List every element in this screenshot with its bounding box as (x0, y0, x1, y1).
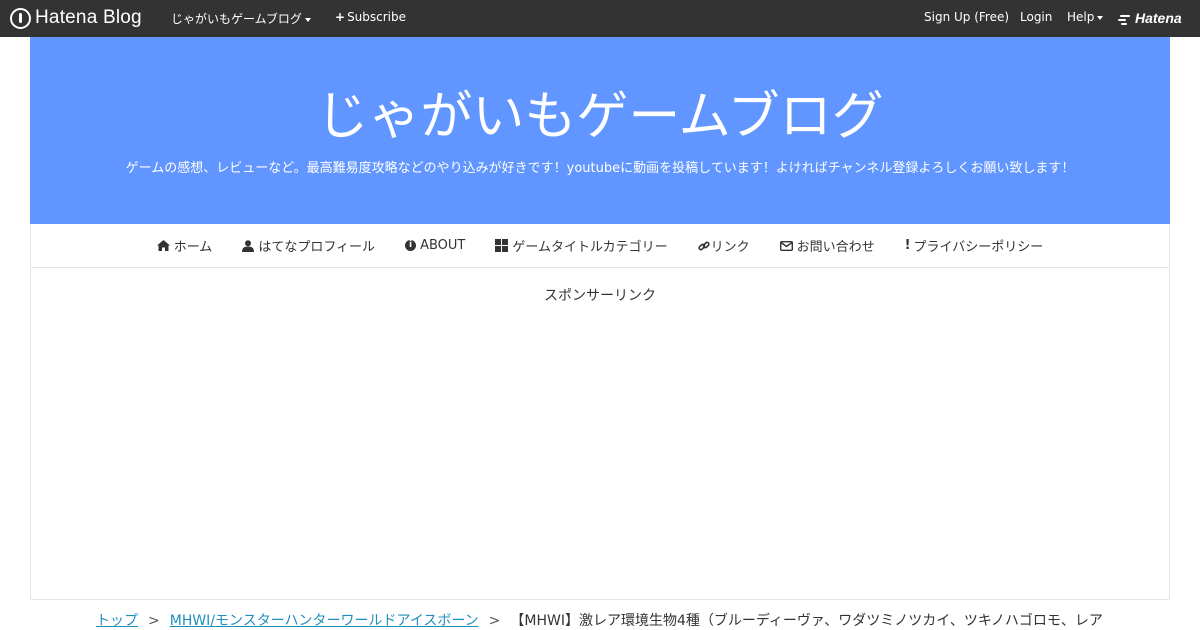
breadcrumb-separator: > (148, 613, 160, 629)
blog-description: ゲームの感想、レビューなど。最高難易度攻略などのやり込みが好きです！youtub… (125, 161, 1075, 176)
nav-contact-label: お問い合わせ (796, 240, 875, 255)
nav-links[interactable]: リンク (697, 236, 750, 255)
hatena-blog-logo-link[interactable]: Hatena Blog (10, 7, 142, 29)
home-icon (156, 240, 170, 251)
hatena-top-bar: Hatena Blog じゃがいもゲームブログ + Subscribe Sign … (0, 0, 1200, 37)
hatena-logo-text: Hatena (1135, 10, 1182, 26)
nav-privacy-policy[interactable]: ! プライバシーポリシー (905, 236, 1044, 255)
breadcrumb-separator: > (488, 613, 501, 629)
breadcrumb-current: 【MHWI】激レア環境生物4種（ブルーディーヴァ、ワダツミノツカイ、ツキノハゴロ… (510, 613, 1103, 629)
login-label: Login (1020, 10, 1053, 24)
hatena-blog-brand-text: Hatena Blog (35, 7, 142, 28)
subscribe-label: Subscribe (347, 10, 407, 24)
envelope-icon (779, 240, 793, 251)
signup-label: Sign Up (Free) (924, 10, 1010, 24)
hatena-blog-logo-icon (10, 7, 31, 29)
blog-header: じゃがいもゲームブログ ゲームの感想、レビューなど。最高難易度攻略などのやり込み… (30, 37, 1170, 224)
nav-game-category[interactable]: ゲームタイトルカテゴリー (495, 236, 668, 255)
hatena-link[interactable]: Hatena (1118, 10, 1182, 26)
sponsored-link-label: スポンサーリンク (544, 288, 656, 304)
help-dropdown[interactable]: Help (1067, 10, 1104, 24)
signup-link[interactable]: Sign Up (Free) (924, 10, 1009, 24)
user-icon (242, 239, 255, 252)
global-navigation: ホーム はてなプロフィール i ABOUT ゲームタイトルカテゴリー リンク お… (30, 224, 1170, 268)
link-icon (697, 241, 710, 250)
login-link[interactable]: Login (1020, 10, 1052, 24)
nav-profile[interactable]: はてなプロフィール (242, 236, 375, 255)
nav-about[interactable]: i ABOUT (405, 238, 465, 253)
nav-privacy-policy-label: プライバシーポリシー (913, 240, 1044, 255)
nav-about-label: ABOUT (420, 238, 466, 253)
blog-menu-label: じゃがいもゲームブログ (171, 12, 302, 26)
hatena-wind-icon (1118, 15, 1132, 25)
ad-slot[interactable] (131, 316, 1069, 586)
main-content: スポンサーリンク (30, 268, 1170, 600)
blog-title[interactable]: じゃがいもゲームブログ (30, 89, 1170, 145)
info-icon: i (405, 240, 417, 251)
blog-menu-dropdown[interactable]: じゃがいもゲームブログ (171, 10, 311, 27)
exclamation-icon: ! (904, 238, 911, 253)
caret-down-icon (304, 17, 311, 22)
breadcrumb-top-link[interactable]: トップ (96, 613, 138, 629)
nav-game-category-label: ゲームタイトルカテゴリー (512, 240, 668, 255)
grid-icon (495, 239, 509, 252)
nav-contact[interactable]: お問い合わせ (779, 236, 875, 255)
subscribe-button[interactable]: + Subscribe (335, 10, 406, 24)
nav-links-label: リンク (710, 240, 750, 255)
help-label: Help (1067, 10, 1095, 24)
nav-home-label: ホーム (173, 240, 213, 255)
breadcrumb-category-link[interactable]: MHWI/モンスターハンターワールドアイスボーン (170, 613, 479, 629)
plus-icon: + (335, 10, 346, 24)
caret-down-icon (1097, 15, 1104, 20)
breadcrumb: トップ > MHWI/モンスターハンターワールドアイスボーン > 【MHWI】激レア環境… (96, 610, 1103, 630)
nav-home[interactable]: ホーム (156, 236, 213, 255)
nav-profile-label: はてなプロフィール (258, 240, 376, 255)
